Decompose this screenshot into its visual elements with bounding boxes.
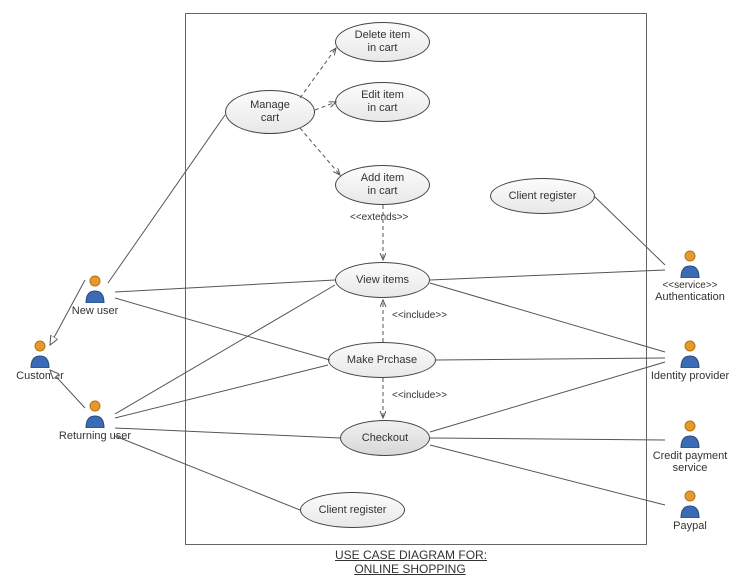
- actor-identity-provider: Identity provider: [650, 340, 730, 382]
- usecase-edit-item: Edit item in cart: [335, 82, 430, 122]
- actor-new-user: New user: [55, 275, 135, 317]
- usecase-manage-cart: Manage cart: [225, 90, 315, 134]
- actor-label: Authentication: [655, 291, 725, 303]
- actor-customer: Customer: [0, 340, 80, 382]
- person-icon: [29, 340, 51, 368]
- person-icon: [679, 420, 701, 448]
- diagram-title: USE CASE DIAGRAM FOR: ONLINE SHOPPING: [335, 548, 485, 576]
- actor-authentication: <<service>> Authentication: [650, 250, 730, 303]
- actor-credit-payment: Credit payment service: [650, 420, 730, 474]
- label-include-2: <<include>>: [392, 390, 447, 401]
- actor-label: Identity provider: [651, 370, 729, 382]
- title-line1: USE CASE DIAGRAM FOR:: [335, 548, 487, 562]
- person-icon: [679, 490, 701, 518]
- title-line2: ONLINE SHOPPING: [354, 562, 465, 576]
- actor-paypal: Paypal: [650, 490, 730, 532]
- person-icon: [84, 400, 106, 428]
- usecase-view-items: View items: [335, 262, 430, 298]
- usecase-delete-item: Delete item in cart: [335, 22, 430, 62]
- usecase-add-item: Add item in cart: [335, 165, 430, 205]
- actor-label: Paypal: [673, 520, 707, 532]
- usecase-client-register-bottom: Client register: [300, 492, 405, 528]
- person-icon: [84, 275, 106, 303]
- actor-label: New user: [72, 305, 118, 317]
- actor-returning-user: Returning user: [55, 400, 135, 442]
- person-icon: [679, 340, 701, 368]
- actor-stereotype: <<service>>: [662, 280, 717, 291]
- label-include-1: <<include>>: [392, 310, 447, 321]
- person-icon: [679, 250, 701, 278]
- label-extends: <<extends>>: [350, 212, 408, 223]
- usecase-make-purchase: Make Prchase: [328, 342, 436, 378]
- usecase-checkout: Checkout: [340, 420, 430, 456]
- actor-label: Returning user: [59, 430, 131, 442]
- actor-label: Credit payment service: [653, 450, 728, 474]
- usecase-client-register-top: Client register: [490, 178, 595, 214]
- actor-label: Customer: [16, 370, 64, 382]
